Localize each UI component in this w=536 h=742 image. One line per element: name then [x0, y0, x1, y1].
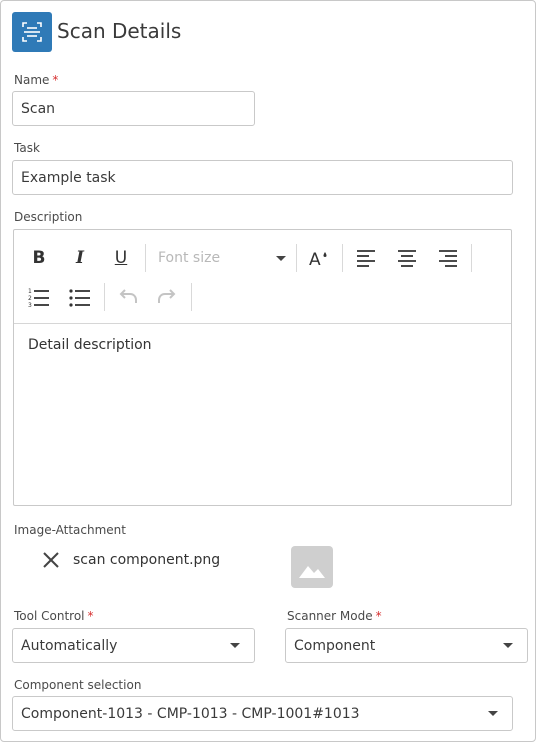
component-selection-value: Component-1013 - CMP-1013 - CMP-1001#101… [21, 705, 360, 722]
scanner-mode-value: Component [294, 637, 376, 654]
tool-control-label-text: Tool Control [14, 609, 85, 623]
font-size-placeholder: Font size [158, 250, 221, 266]
scan-document-icon [12, 12, 52, 52]
toolbar-separator [145, 244, 146, 272]
italic-button[interactable]: I [66, 244, 94, 272]
remove-attachment-close-icon[interactable] [42, 551, 60, 569]
chevron-down-icon [230, 643, 240, 648]
required-mark: * [375, 609, 382, 623]
chevron-down-icon [503, 643, 513, 648]
scanner-mode-select[interactable]: Component [285, 628, 528, 663]
image-attachment-label: Image-Attachment [14, 523, 126, 537]
ordered-list-icon[interactable]: 1 2 3 [25, 283, 53, 311]
name-input[interactable]: Scan [12, 91, 255, 126]
scan-details-panel: Scan Details Name * Scan Task Example tas… [0, 0, 536, 742]
tool-control-label: Tool Control * [14, 609, 94, 623]
undo-icon[interactable] [113, 283, 141, 311]
toolbar-separator [342, 244, 343, 272]
toolbar-separator [296, 244, 297, 272]
task-label: Task [14, 141, 40, 155]
align-right-icon[interactable] [434, 244, 462, 272]
component-selection-select[interactable]: Component-1013 - CMP-1013 - CMP-1001#101… [12, 696, 513, 731]
required-mark: * [52, 73, 59, 87]
editor-toolbar: B I U Font size A 1 2 3 [14, 230, 511, 324]
scanner-mode-label-text: Scanner Mode [287, 609, 373, 623]
font-color-icon[interactable]: A [305, 244, 333, 272]
chevron-down-icon [488, 711, 498, 716]
underline-button-label: U [114, 248, 128, 268]
name-label-text: Name [14, 73, 50, 87]
toolbar-separator [471, 244, 472, 272]
chevron-down-icon [276, 255, 286, 261]
toolbar-separator [104, 283, 105, 311]
name-label: Name * [14, 73, 58, 87]
align-center-icon[interactable] [393, 244, 421, 272]
svg-text:A: A [309, 250, 321, 268]
description-content[interactable]: Detail description [28, 337, 152, 353]
bullet-list-icon[interactable] [66, 283, 94, 311]
image-thumbnail-icon[interactable] [291, 546, 333, 588]
italic-button-label: I [76, 248, 84, 268]
page-title: Scan Details [57, 19, 182, 43]
svg-text:3: 3 [28, 302, 32, 307]
component-selection-label: Component selection [14, 678, 142, 692]
task-input-value: Example task [21, 169, 116, 186]
name-input-value: Scan [21, 100, 56, 117]
svg-text:1: 1 [28, 288, 32, 295]
svg-text:2: 2 [28, 295, 32, 302]
attachment-filename[interactable]: scan component.png [73, 552, 220, 568]
scanner-mode-label: Scanner Mode * [287, 609, 382, 623]
tool-control-select[interactable]: Automatically [12, 628, 255, 663]
underline-button[interactable]: U [107, 244, 135, 272]
task-input[interactable]: Example task [12, 160, 513, 195]
description-editor: B I U Font size A 1 2 3 Detail descripti… [13, 229, 512, 506]
toolbar-separator [191, 283, 192, 311]
tool-control-value: Automatically [21, 637, 118, 654]
redo-icon[interactable] [154, 283, 182, 311]
bold-button-label: B [32, 248, 46, 268]
align-left-icon[interactable] [352, 244, 380, 272]
bold-button[interactable]: B [25, 244, 53, 272]
required-mark: * [87, 609, 94, 623]
description-label: Description [14, 210, 83, 224]
font-size-select[interactable]: Font size [158, 244, 286, 272]
